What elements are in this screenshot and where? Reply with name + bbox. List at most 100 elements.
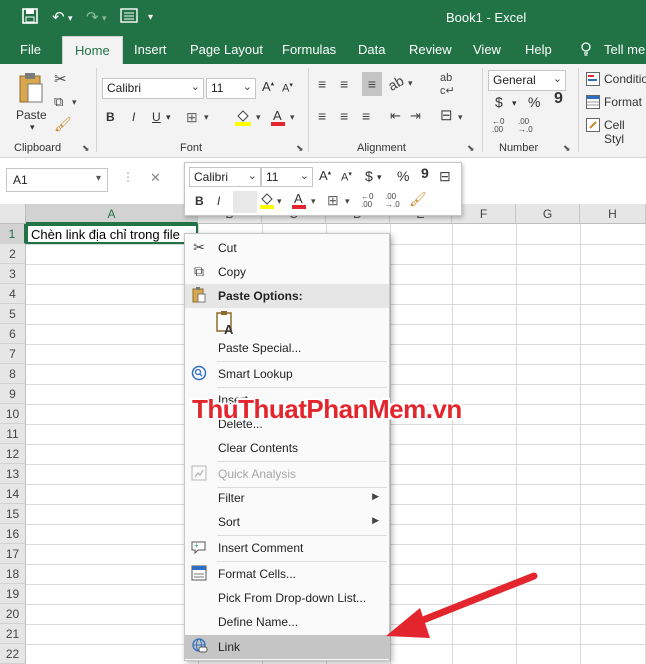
row-header[interactable]: 14 xyxy=(0,484,26,504)
conditional-formatting-button[interactable]: Conditio xyxy=(604,72,646,86)
font-launcher-icon[interactable]: ⬊ xyxy=(296,143,304,154)
tab-help[interactable]: Help xyxy=(525,42,552,57)
mini-fill-dropdown-icon[interactable]: ▾ xyxy=(277,196,282,207)
copy-dropdown-icon[interactable]: ▾ xyxy=(72,97,77,108)
borders-dropdown-icon[interactable]: ▾ xyxy=(204,112,209,123)
conditional-formatting-icon[interactable] xyxy=(586,72,600,89)
mini-borders-dropdown-icon[interactable]: ▾ xyxy=(345,196,350,207)
alignment-launcher-icon[interactable]: ⬊ xyxy=(467,143,475,154)
row-header[interactable]: 3 xyxy=(0,264,26,284)
customize-qat-icon[interactable]: ▾ xyxy=(148,12,153,23)
mini-increase-decimal-icon[interactable]: ←0.00 xyxy=(361,193,373,209)
increase-indent-icon[interactable]: ⇥ xyxy=(410,108,421,124)
merge-center-icon[interactable]: ⊟ xyxy=(440,106,453,124)
mini-font-color-icon[interactable]: A xyxy=(291,191,307,212)
menu-item-pick-dropdown[interactable]: Pick From Drop-down List... xyxy=(185,586,389,610)
menu-item-define-name[interactable]: Define Name... xyxy=(185,610,389,634)
wrap-text-icon[interactable]: ab c↵ xyxy=(440,72,455,97)
bold-button[interactable]: B xyxy=(106,110,115,124)
decrease-decimal-icon[interactable]: .00 →.0 xyxy=(518,118,533,134)
menu-item-smart-lookup[interactable]: Smart Lookup xyxy=(185,362,389,386)
font-color-icon[interactable]: A xyxy=(270,108,286,129)
undo-dropdown-icon[interactable]: ▾ xyxy=(68,13,73,24)
mini-decrease-decimal-icon[interactable]: .00 →.0 xyxy=(385,193,400,209)
mini-bold-button[interactable]: B xyxy=(195,194,204,208)
row-header[interactable]: 15 xyxy=(0,504,26,524)
merge-dropdown-icon[interactable]: ▾ xyxy=(458,112,463,123)
mini-format-painter-icon[interactable]: 🖌 xyxy=(409,191,427,208)
select-all-corner[interactable] xyxy=(0,204,26,224)
menu-item-paste-special[interactable]: Paste Special... xyxy=(185,336,389,360)
copy-icon[interactable]: ⧉ xyxy=(54,94,63,110)
mini-currency-button[interactable]: $ xyxy=(365,168,373,184)
menu-item-clear-contents[interactable]: Clear Contents xyxy=(185,436,389,460)
align-bottom-icon[interactable]: ≡ xyxy=(362,72,382,96)
increase-decimal-icon[interactable]: ←0.00 xyxy=(492,118,504,134)
orientation-dropdown-icon[interactable]: ▾ xyxy=(408,78,413,89)
mini-increase-font-icon[interactable]: A▴ xyxy=(319,168,331,183)
menu-item-cut[interactable]: ✂ Cut xyxy=(185,236,389,260)
row-header[interactable]: 22 xyxy=(0,644,26,664)
row-header[interactable]: 13 xyxy=(0,464,26,484)
number-launcher-icon[interactable]: ⬊ xyxy=(563,143,571,154)
cell-styles-icon[interactable] xyxy=(586,118,600,135)
row-header[interactable]: 18 xyxy=(0,564,26,584)
tab-file[interactable]: File xyxy=(20,42,41,57)
column-header[interactable]: G xyxy=(516,204,580,224)
decrease-indent-icon[interactable]: ⇤ xyxy=(390,108,401,124)
cell-styles-button[interactable]: Cell Styl xyxy=(604,118,646,146)
tab-review[interactable]: Review xyxy=(409,42,452,57)
tab-formulas[interactable]: Formulas xyxy=(282,42,336,57)
column-header[interactable]: A xyxy=(26,204,198,224)
mini-fill-color-icon[interactable] xyxy=(259,191,275,212)
mini-decrease-font-icon[interactable]: A▾ xyxy=(341,170,352,184)
name-box[interactable]: A1 ▾ xyxy=(6,168,108,192)
mini-borders-icon[interactable]: ⊞ xyxy=(327,192,339,209)
align-left-icon[interactable]: ≡ xyxy=(318,108,326,124)
mini-currency-dropdown-icon[interactable]: ▾ xyxy=(377,172,382,183)
underline-button[interactable]: U xyxy=(152,110,161,124)
increase-font-icon[interactable]: A▴ xyxy=(262,79,274,94)
menu-item-copy[interactable]: ⧉ Copy xyxy=(185,260,389,284)
menu-item-link[interactable]: Link xyxy=(185,635,389,659)
row-header[interactable]: 8 xyxy=(0,364,26,384)
cancel-icon[interactable]: ✕ xyxy=(150,170,161,186)
align-top-icon[interactable]: ≡ xyxy=(318,76,326,92)
mini-format-table-icon[interactable]: ⊟ xyxy=(439,168,451,185)
italic-button[interactable]: I xyxy=(132,110,135,124)
align-center-icon[interactable]: ≡ xyxy=(340,108,348,124)
tab-view[interactable]: View xyxy=(473,42,501,57)
align-right-icon[interactable]: ≡ xyxy=(362,108,370,124)
tell-me-search[interactable]: Tell me xyxy=(604,42,645,57)
row-header[interactable]: 5 xyxy=(0,304,26,324)
number-format-select[interactable]: General ⌄ xyxy=(488,70,566,91)
decrease-font-icon[interactable]: A▾ xyxy=(282,81,293,95)
row-header[interactable]: 19 xyxy=(0,584,26,604)
font-size-select[interactable]: 11 ⌄ xyxy=(206,78,256,99)
fill-color-icon[interactable] xyxy=(234,108,252,129)
fill-dropdown-icon[interactable]: ▾ xyxy=(256,112,261,123)
mini-percent-button[interactable]: % xyxy=(397,168,409,184)
tab-data[interactable]: Data xyxy=(358,42,385,57)
borders-icon[interactable]: ⊞ xyxy=(186,109,198,126)
row-header[interactable]: 2 xyxy=(0,244,26,264)
format-painter-icon[interactable]: 🖌 xyxy=(54,116,72,133)
currency-button[interactable]: $ xyxy=(495,94,503,110)
format-as-table-button[interactable]: Format xyxy=(604,95,642,109)
paste-icon[interactable] xyxy=(18,72,44,107)
row-header[interactable]: 7 xyxy=(0,344,26,364)
column-header[interactable]: H xyxy=(580,204,646,224)
tab-home[interactable]: Home xyxy=(62,36,123,64)
font-color-dropdown-icon[interactable]: ▾ xyxy=(290,112,295,123)
clipboard-launcher-icon[interactable]: ⬊ xyxy=(82,143,90,154)
underline-dropdown-icon[interactable]: ▾ xyxy=(166,112,171,123)
row-header[interactable]: 21 xyxy=(0,624,26,644)
row-header[interactable]: 12 xyxy=(0,444,26,464)
mini-font-color-dropdown-icon[interactable]: ▾ xyxy=(311,196,316,207)
undo-icon[interactable]: ↶ xyxy=(52,8,65,26)
font-name-select[interactable]: Calibri ⌄ xyxy=(102,78,204,99)
row-header[interactable]: 17 xyxy=(0,544,26,564)
cut-icon[interactable]: ✂ xyxy=(54,70,67,88)
paste-button[interactable]: Paste xyxy=(16,108,47,122)
mini-comma-button[interactable]: 9 xyxy=(421,165,429,181)
